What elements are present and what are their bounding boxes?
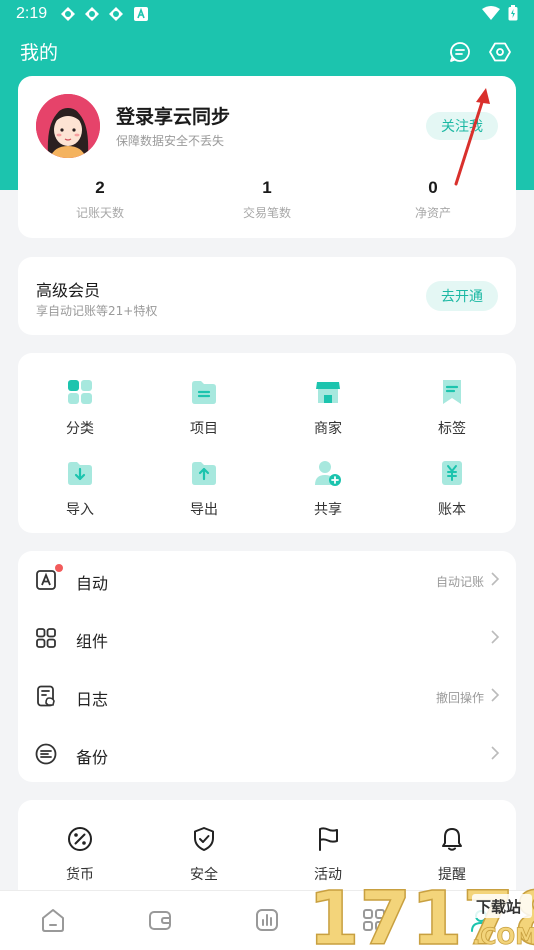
settings-icon[interactable] <box>488 40 512 64</box>
grid-item-label: 导入 <box>66 502 94 518</box>
store-icon <box>316 382 340 403</box>
stat-label: 净资产 <box>414 206 451 220</box>
list-item-log[interactable]: 日志 撤回操作 <box>18 667 516 725</box>
grid-item-tag[interactable]: 标签 <box>390 378 514 438</box>
share-user-icon <box>315 461 341 486</box>
stat-bookkeeping-days: 2 记账天数 <box>30 178 170 221</box>
list-item-label: 自动 <box>76 574 109 593</box>
wifi-icon <box>482 6 500 20</box>
grid-item-currency[interactable]: 货币 <box>18 826 142 884</box>
grid-item-ledger[interactable]: 账本 <box>390 459 514 519</box>
tag-icon <box>443 380 461 404</box>
chevron-right-icon <box>491 746 500 760</box>
site-watermark: 17178 下载站 .COM <box>306 858 534 950</box>
feature-grid: 分类 项目 商家 标签 导入 导出 共享 账本 <box>18 353 516 533</box>
percent-icon <box>68 827 92 851</box>
auto-icon <box>36 570 56 590</box>
export-icon <box>192 462 216 485</box>
settings-list: 自动 自动记账 组件 日志 撤回操作 备份 <box>18 551 516 782</box>
list-item-label: 日志 <box>76 690 109 709</box>
notification-icon <box>109 7 123 21</box>
notification-dot <box>55 564 63 572</box>
grid-item-label: 货币 <box>66 867 94 883</box>
statistics-icon[interactable] <box>254 907 280 933</box>
grid-item-import[interactable]: 导入 <box>18 459 142 519</box>
watermark-domain: .COM <box>472 925 534 950</box>
list-item-label: 组件 <box>76 632 109 651</box>
stat-value: 1 <box>262 178 272 197</box>
ledger-icon <box>442 461 462 485</box>
status-bar: 2:19 <box>0 0 534 28</box>
app-notification-icon <box>134 7 148 21</box>
status-time: 2:19 <box>16 5 48 22</box>
list-item-widget[interactable]: 组件 <box>18 609 516 667</box>
stat-transaction-count: 1 交易笔数 <box>197 178 337 221</box>
widget-icon <box>36 628 56 648</box>
grid-item-label: 安全 <box>190 867 218 883</box>
activate-vip-button[interactable]: 去开通 <box>426 281 498 311</box>
vip-title: 高级会员 <box>36 281 101 300</box>
stat-label: 记账天数 <box>75 206 124 220</box>
grid-item-project[interactable]: 项目 <box>142 378 266 438</box>
category-icon <box>68 380 92 404</box>
grid-item-security[interactable]: 安全 <box>142 826 266 884</box>
grid-item-label: 分类 <box>66 421 94 437</box>
project-folder-icon <box>192 381 216 404</box>
avatar-illustration <box>36 94 100 158</box>
stat-value: 2 <box>95 178 105 197</box>
grid-item-store[interactable]: 商家 <box>266 378 390 438</box>
shield-icon <box>194 827 214 851</box>
watermark-subtitle: 下载站 <box>476 898 521 916</box>
grid-item-label: 标签 <box>438 421 466 437</box>
vip-card[interactable]: 高级会员 享自动记账等21+特权 去开通 <box>18 257 516 335</box>
bell-icon <box>442 828 462 851</box>
backup-icon <box>35 743 57 765</box>
grid-item-label: 账本 <box>438 502 466 518</box>
login-title[interactable]: 登录享云同步 <box>116 102 230 129</box>
page-title: 我的 <box>20 42 59 64</box>
grid-item-label: 项目 <box>190 421 218 437</box>
avatar[interactable] <box>36 94 100 158</box>
grid-item-category[interactable]: 分类 <box>18 378 142 438</box>
grid-item-export[interactable]: 导出 <box>142 459 266 519</box>
notification-icon <box>85 7 99 21</box>
grid-item-label: 导出 <box>190 502 218 518</box>
watermark-logo: 17178 下载站 .COM <box>307 875 534 950</box>
vip-subtitle: 享自动记账等21+特权 <box>36 304 158 318</box>
login-subtitle: 保障数据安全不丢失 <box>116 134 225 148</box>
list-item-label: 备份 <box>76 748 109 767</box>
chevron-right-icon <box>491 630 500 644</box>
import-icon <box>68 462 92 485</box>
home-icon[interactable] <box>40 907 66 933</box>
message-icon[interactable] <box>448 40 472 64</box>
list-item-hint: 自动记账 <box>435 575 484 589</box>
chevron-right-icon <box>491 572 500 586</box>
stat-label: 交易笔数 <box>242 206 291 220</box>
annotation-arrow <box>454 88 490 186</box>
grid-item-label: 共享 <box>314 502 342 518</box>
flag-icon <box>319 827 338 851</box>
list-item-backup[interactable]: 备份 <box>18 725 516 783</box>
wallet-icon[interactable] <box>147 907 173 933</box>
grid-item-label: 商家 <box>314 421 342 437</box>
log-icon <box>37 685 55 707</box>
list-item-hint: 撤回操作 <box>435 691 484 705</box>
grid-item-share[interactable]: 共享 <box>266 459 390 519</box>
battery-icon <box>508 5 518 21</box>
chevron-right-icon <box>491 688 500 702</box>
list-item-auto[interactable]: 自动 自动记账 <box>18 551 516 609</box>
notification-icon <box>61 7 75 21</box>
